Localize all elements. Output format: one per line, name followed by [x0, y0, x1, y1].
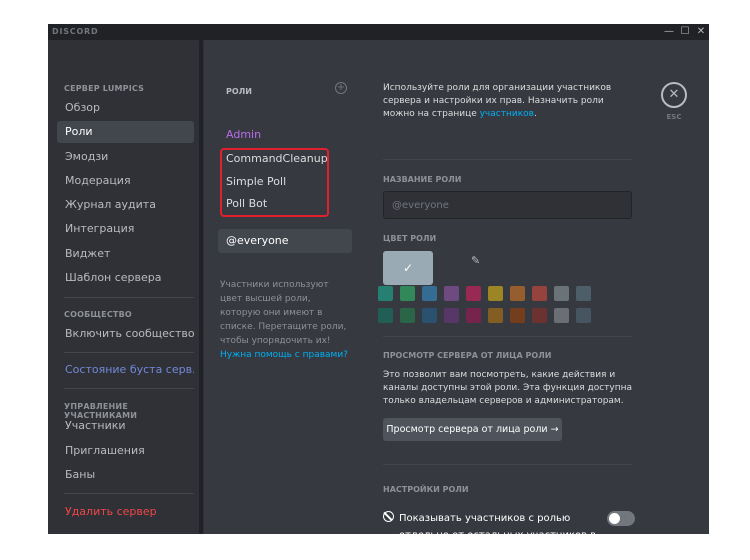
sidebar-item-emoji[interactable]: Эмодзи [57, 146, 194, 168]
color-swatch[interactable] [422, 286, 437, 301]
sidebar-item-invites[interactable]: Приглашения [57, 440, 194, 462]
settings-sidebar: СЕРВЕР LUMPICS Обзор Роли Эмодзи Модерац… [48, 40, 204, 534]
color-swatch[interactable] [510, 286, 525, 301]
default-color-swatch[interactable]: ✓ [383, 251, 433, 285]
server-heading: СЕРВЕР LUMPICS [64, 84, 145, 93]
titlebar: DISCORD — ☐ ✕ [48, 24, 709, 40]
permissions-help-link[interactable]: Нужна помощь с правами? [220, 350, 348, 360]
role-name-label: НАЗВАНИЕ РОЛИ [383, 175, 462, 184]
sidebar-item-widget[interactable]: Виджет [57, 243, 194, 265]
sidebar-divider [64, 297, 194, 298]
custom-color-icon[interactable]: ✎ [471, 254, 480, 267]
add-role-icon[interactable]: + [335, 82, 347, 94]
section-divider [383, 336, 632, 337]
section-divider [383, 464, 632, 465]
roles-heading: РОЛИ [226, 87, 253, 96]
role-item-everyone[interactable]: @everyone [218, 229, 352, 253]
color-swatch[interactable] [444, 286, 459, 301]
community-heading: СООБЩЕСТВО [64, 310, 132, 319]
sidebar-divider [64, 352, 194, 353]
role-settings-label: НАСТРОЙКИ РОЛИ [383, 485, 469, 494]
role-settings-panel: Используйте роли для организации участни… [371, 40, 709, 534]
sidebar-divider [64, 493, 194, 494]
sidebar-item-roles[interactable]: Роли [57, 121, 194, 143]
color-swatch[interactable] [510, 308, 525, 323]
hoist-toggle-switch[interactable] [607, 511, 635, 526]
sidebar-item-enable-community[interactable]: Включить сообщество [57, 323, 194, 345]
close-window-icon[interactable]: ✕ [694, 25, 708, 39]
color-swatch[interactable] [576, 286, 591, 301]
view-as-role-button[interactable]: Просмотр сервера от лица роли → [383, 418, 562, 441]
intro-text: Используйте роли для организации участни… [383, 82, 635, 121]
sidebar-item-members[interactable]: Участники [57, 415, 194, 437]
role-name-input[interactable] [383, 191, 632, 219]
disabled-icon [383, 511, 394, 522]
hoist-toggle-label: Показывать участников с ролью отдельно о… [399, 513, 596, 534]
view-as-role-label: ПРОСМОТР СЕРВЕРА ОТ ЛИЦА РОЛИ [383, 351, 552, 360]
color-swatch[interactable] [576, 308, 591, 323]
color-swatch[interactable] [554, 308, 569, 323]
app-name: DISCORD [52, 27, 99, 36]
color-swatch[interactable] [422, 308, 437, 323]
color-swatch[interactable] [400, 286, 415, 301]
sidebar-item-audit-log[interactable]: Журнал аудита [57, 194, 194, 216]
sidebar-item-integrations[interactable]: Интеграция [57, 218, 194, 240]
toggle-knob [609, 513, 620, 524]
color-swatch[interactable] [532, 286, 547, 301]
color-swatch[interactable] [488, 286, 503, 301]
intro-end: . [533, 109, 537, 119]
section-divider [383, 159, 632, 160]
color-swatch[interactable] [466, 308, 481, 323]
highlight-box [220, 148, 329, 217]
discord-window: DISCORD — ☐ ✕ СЕРВЕР LUMPICS Обзор Роли … [48, 24, 709, 534]
minimize-icon[interactable]: — [662, 25, 676, 39]
roles-description: Участники используют цвет высшей роли, к… [220, 280, 347, 346]
members-page-link[interactable]: участников [480, 109, 534, 119]
sidebar-item-server-template[interactable]: Шаблон сервера [57, 267, 194, 289]
role-color-label: ЦВЕТ РОЛИ [383, 234, 437, 243]
color-swatch[interactable] [488, 308, 503, 323]
color-swatch[interactable] [444, 308, 459, 323]
role-item-admin[interactable]: Admin [226, 128, 261, 141]
color-swatch[interactable] [378, 308, 393, 323]
roles-column: РОЛИ + Admin CommandCleanup Simple Poll … [204, 40, 354, 534]
color-swatch[interactable] [378, 286, 393, 301]
sidebar-scrollbar[interactable] [199, 40, 203, 534]
color-swatch[interactable] [554, 286, 569, 301]
view-as-role-description: Это позволит вам посмотреть, какие дейст… [383, 370, 633, 406]
color-swatch[interactable] [400, 308, 415, 323]
sidebar-item-boost-status[interactable]: Состояние буста серв... [57, 359, 194, 381]
esc-label: ESC [666, 113, 682, 121]
color-swatch[interactable] [532, 308, 547, 323]
color-swatch[interactable] [466, 286, 481, 301]
maximize-icon[interactable]: ☐ [678, 25, 692, 39]
sidebar-item-delete-server[interactable]: Удалить сервер [57, 501, 194, 523]
sidebar-item-overview[interactable]: Обзор [57, 97, 194, 119]
sidebar-item-bans[interactable]: Баны [57, 464, 194, 486]
sidebar-item-moderation[interactable]: Модерация [57, 170, 194, 192]
sidebar-divider [64, 388, 194, 389]
close-settings-button[interactable]: ✕ [661, 82, 687, 108]
